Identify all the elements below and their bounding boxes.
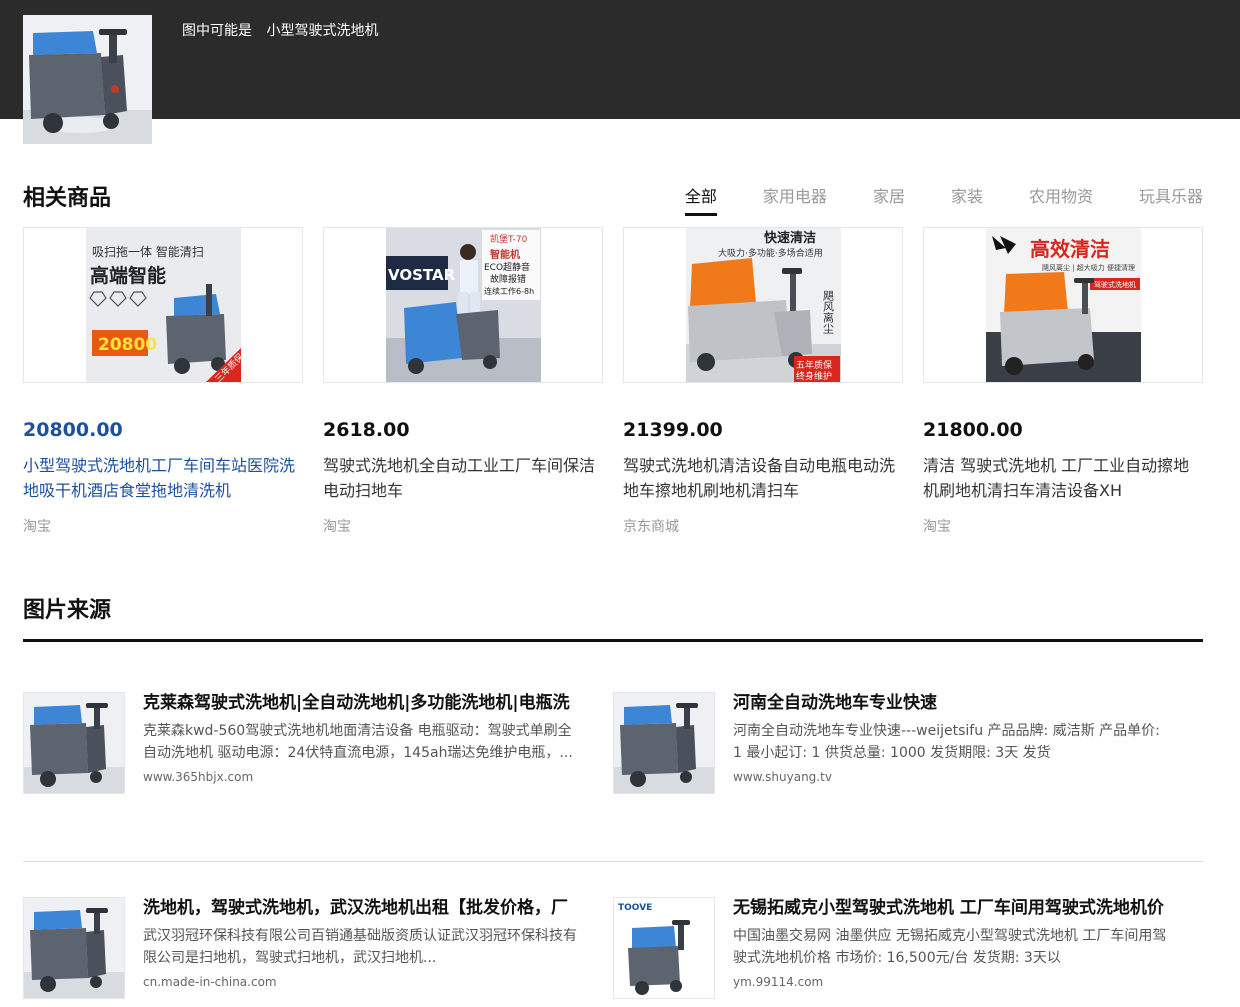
product-title[interactable]: 小型驾驶式洗地机工厂车间车站医院洗地吸干机酒店食堂拖地清洗机 <box>23 453 303 503</box>
scrubber-machine-image: 快速清洁 大吸力·多功能·多场合适用 飓风离尘 五年质保 终身维护 <box>685 228 841 382</box>
product-list: 吸扫拖一体 智能清扫 高端智能 20800 三年质保 20800.00 小型驾驶… <box>23 227 1203 536</box>
product-card[interactable]: 快速清洁 大吸力·多功能·多场合适用 飓风离尘 五年质保 终身维护 21399.… <box>623 227 903 536</box>
tab-all[interactable]: 全部 <box>684 183 717 216</box>
product-image-badge: 终身维护 <box>796 370 832 382</box>
source-description: 武汉羽冠环保科技有限公司百销通基础版资质认证武汉羽冠环保科技有限公司是扫地机，驾… <box>143 928 577 966</box>
product-image-badge: 五年质保 <box>796 359 832 371</box>
scrubber-machine-image <box>614 693 714 793</box>
header-bar: 图中可能是 小型驾驶式洗地机 <box>0 0 1240 119</box>
product-shop: 淘宝 <box>23 519 51 535</box>
source-description: 中国油墨交易网 油墨供应 无锡拓威克小型驾驶式洗地机 工厂车间用驾驶式洗地机价格… <box>733 928 1167 966</box>
product-price: 2618.00 <box>323 419 410 441</box>
source-thumbnail[interactable] <box>23 692 125 794</box>
brand-logo-text: TOOVE <box>618 903 652 913</box>
source-url[interactable]: ym.99114.com <box>733 975 1173 989</box>
scrubber-machine-image: VOSTAR 凯堡T-70 智能机 ECO超静音 故障报错 连续工作6-8h <box>385 228 541 382</box>
product-title[interactable]: 清洁 驾驶式洗地机 工厂工业自动擦地机刷地机清扫车清洁设备XH <box>923 453 1203 503</box>
image-sources-title: 图片来源 <box>23 598 112 623</box>
tab-home-appliances[interactable]: 家用电器 <box>763 183 827 216</box>
product-image-text: 高效清洁 <box>1030 237 1110 261</box>
tab-home-decoration[interactable]: 家装 <box>951 183 983 216</box>
source-url[interactable]: cn.made-in-china.com <box>143 975 583 989</box>
tab-home-furnishing[interactable]: 家居 <box>873 183 905 216</box>
product-card[interactable]: 高效清洁 飓风离尘 | 超大吸力 便捷清理 驾驶式洗地机 21800.00 清洁… <box>923 227 1203 536</box>
source-thumbnail[interactable] <box>23 897 125 999</box>
tab-toys-instruments[interactable]: 玩具乐器 <box>1139 183 1203 216</box>
product-price: 20800.00 <box>23 419 123 441</box>
product-shop: 京东商城 <box>623 519 679 535</box>
product-shop: 淘宝 <box>323 519 351 535</box>
source-title[interactable]: 洗地机，驾驶式洗地机，武汉洗地机出租【批发价格，厂 <box>143 897 583 919</box>
product-image-text: 凯堡T-70 <box>490 233 528 245</box>
product-image-side-text: VOSTAR <box>388 266 456 284</box>
product-image-text: 智能机 <box>490 248 520 261</box>
source-url[interactable]: www.365hbjx.com <box>143 770 583 784</box>
source-title[interactable]: 河南全自动洗地车专业快速 <box>733 692 1173 714</box>
source-description: 河南全自动洗地车专业快速---weijetsifu 产品品牌: 威洁斯 产品单价… <box>733 723 1160 761</box>
product-image-text: ECO超静音 <box>484 261 530 273</box>
source-thumbnail[interactable] <box>613 692 715 794</box>
product-image-text: 大吸力·多功能·多场合适用 <box>718 247 823 259</box>
query-image[interactable] <box>23 15 152 144</box>
scrubber-machine-image: 高效清洁 飓风离尘 | 超大吸力 便捷清理 驾驶式洗地机 <box>985 228 1141 382</box>
source-description: 克莱森kwd-560驾驶式洗地机地面清洁设备 电瓶驱动：驾驶式单刷全自动洗地机 … <box>143 723 573 761</box>
source-item[interactable]: 河南全自动洗地车专业快速 河南全自动洗地车专业快速---weijetsifu 产… <box>613 692 1203 861</box>
product-image-text: 吸扫拖一体 智能清扫 <box>92 244 204 259</box>
product-image-text: 快速清洁 <box>764 230 816 246</box>
product-price: 21800.00 <box>923 419 1023 441</box>
product-card[interactable]: 吸扫拖一体 智能清扫 高端智能 20800 三年质保 20800.00 小型驾驶… <box>23 227 303 536</box>
scrubber-machine-image <box>24 693 124 793</box>
product-image[interactable]: 快速清洁 大吸力·多功能·多场合适用 飓风离尘 五年质保 终身维护 <box>623 227 903 383</box>
product-image[interactable]: 吸扫拖一体 智能清扫 高端智能 20800 三年质保 <box>23 227 303 383</box>
section-divider <box>23 639 1203 642</box>
source-thumbnail[interactable]: TOOVE <box>613 897 715 999</box>
source-row: 克莱森驾驶式洗地机|全自动洗地机|多功能洗地机|电瓶洗 克莱森kwd-560驾驶… <box>23 692 1203 862</box>
query-label: 图中可能是 小型驾驶式洗地机 <box>182 20 378 40</box>
category-tabs: 全部 家用电器 家居 家装 农用物资 玩具乐器 <box>639 183 1203 216</box>
product-image-text: 高端智能 <box>90 264 166 287</box>
source-list: 克莱森驾驶式洗地机|全自动洗地机|多功能洗地机|电瓶洗 克莱森kwd-560驾驶… <box>23 692 1203 1007</box>
product-card[interactable]: VOSTAR 凯堡T-70 智能机 ECO超静音 故障报错 连续工作6-8h 2… <box>323 227 603 536</box>
scrubber-machine-image <box>24 898 124 998</box>
source-title[interactable]: 无锡拓威克小型驾驶式洗地机 工厂车间用驾驶式洗地机价 <box>733 897 1173 919</box>
tab-agricultural-supplies[interactable]: 农用物资 <box>1029 183 1093 216</box>
scrubber-machine-image: 吸扫拖一体 智能清扫 高端智能 20800 三年质保 <box>85 228 241 382</box>
query-keyword[interactable]: 小型驾驶式洗地机 <box>266 23 378 39</box>
source-row: 洗地机，驾驶式洗地机，武汉洗地机出租【批发价格，厂 武汉羽冠环保科技有限公司百销… <box>23 862 1203 1007</box>
source-item[interactable]: 洗地机，驾驶式洗地机，武汉洗地机出租【批发价格，厂 武汉羽冠环保科技有限公司百销… <box>23 862 613 1007</box>
product-image[interactable]: VOSTAR 凯堡T-70 智能机 ECO超静音 故障报错 连续工作6-8h <box>323 227 603 383</box>
source-item[interactable]: TOOVE 无锡拓威克小型驾驶式洗地机 工厂车间用驾驶式洗地机价 中国油墨交易网… <box>613 862 1203 1007</box>
scrubber-machine-image: TOOVE <box>614 898 714 998</box>
product-image-text: 连续工作6-8h <box>484 286 534 296</box>
product-image[interactable]: 高效清洁 飓风离尘 | 超大吸力 便捷清理 驾驶式洗地机 <box>923 227 1203 383</box>
product-image-badge: 驾驶式洗地机 <box>1094 280 1136 289</box>
source-url[interactable]: www.shuyang.tv <box>733 770 1173 784</box>
scrubber-machine-image <box>23 15 152 144</box>
query-prefix: 图中可能是 <box>182 23 252 39</box>
related-products-title: 相关商品 <box>23 186 112 211</box>
product-image-side-text: 飓风离尘 <box>821 290 834 334</box>
product-title[interactable]: 驾驶式洗地机全自动工业工厂车间保洁电动扫地车 <box>323 453 603 503</box>
source-item[interactable]: 克莱森驾驶式洗地机|全自动洗地机|多功能洗地机|电瓶洗 克莱森kwd-560驾驶… <box>23 692 613 861</box>
product-image-text: 飓风离尘 | 超大吸力 便捷清理 <box>1042 263 1135 272</box>
product-shop: 淘宝 <box>923 519 951 535</box>
source-title[interactable]: 克莱森驾驶式洗地机|全自动洗地机|多功能洗地机|电瓶洗 <box>143 692 583 714</box>
product-image-text: 故障报错 <box>490 273 526 285</box>
product-price: 21399.00 <box>623 419 723 441</box>
product-title[interactable]: 驾驶式洗地机清洁设备自动电瓶电动洗地车擦地机刷地机清扫车 <box>623 453 903 503</box>
product-image-price-badge: 20800 <box>98 335 157 355</box>
